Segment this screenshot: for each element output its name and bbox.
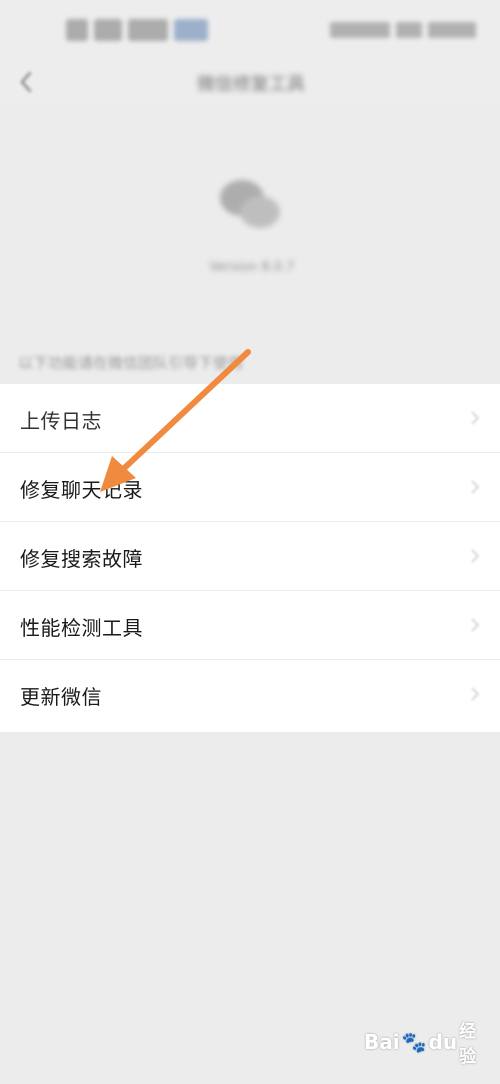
menu-item-repair-search[interactable]: 修复搜索故障 — [0, 522, 500, 591]
baidu-watermark: Bai 🐾 du 经验 — [364, 1022, 476, 1067]
menu-item-label: 修复搜索故障 — [20, 547, 143, 571]
network-icon — [94, 19, 122, 41]
app-version: Version 8.0.7 — [209, 260, 295, 275]
menu-item-repair-chat-history[interactable]: 修复聊天记录 — [0, 453, 500, 522]
status-bar — [0, 0, 500, 60]
app-status-icons — [174, 19, 208, 41]
battery-icon — [396, 22, 422, 38]
chevron-right-icon — [471, 549, 480, 563]
watermark-cn: 经验 — [459, 1022, 477, 1067]
tools-menu-list: 上传日志 修复聊天记录 修复搜索故障 性能检测工具 更新微信 — [0, 384, 500, 732]
menu-item-update-wechat[interactable]: 更新微信 — [0, 660, 500, 730]
chevron-right-icon — [471, 618, 480, 632]
watermark-du: du — [428, 1030, 458, 1054]
menu-item-upload-log[interactable]: 上传日志 — [0, 384, 500, 453]
time-text — [428, 22, 476, 38]
menu-item-label: 修复聊天记录 — [20, 478, 143, 502]
status-right-indicators — [330, 20, 476, 40]
clock-text — [330, 22, 390, 38]
menu-item-label: 上传日志 — [20, 409, 102, 433]
menu-item-performance-tool[interactable]: 性能检测工具 — [0, 591, 500, 660]
status-left-indicators — [66, 16, 208, 44]
menu-item-label: 更新微信 — [20, 685, 102, 709]
chevron-left-icon[interactable] — [14, 68, 38, 96]
wechat-logo-icon — [212, 174, 288, 234]
chevron-right-icon — [471, 687, 480, 701]
menu-item-label: 性能检测工具 — [20, 616, 143, 640]
section-hint: 以下功能请在微信团队引导下使用 — [18, 354, 244, 372]
chevron-right-icon — [471, 411, 480, 425]
app-info-header: Version 8.0.7 以下功能请在微信团队引导下使用 — [0, 104, 500, 384]
paw-icon: 🐾 — [401, 1030, 427, 1054]
notification-icons — [128, 19, 168, 41]
nav-bar: 微信修复工具 — [0, 60, 500, 104]
chevron-right-icon — [471, 480, 480, 494]
watermark-latin: Bai — [364, 1030, 400, 1054]
signal-icon — [66, 19, 88, 41]
page-title: 微信修复工具 — [197, 74, 305, 94]
